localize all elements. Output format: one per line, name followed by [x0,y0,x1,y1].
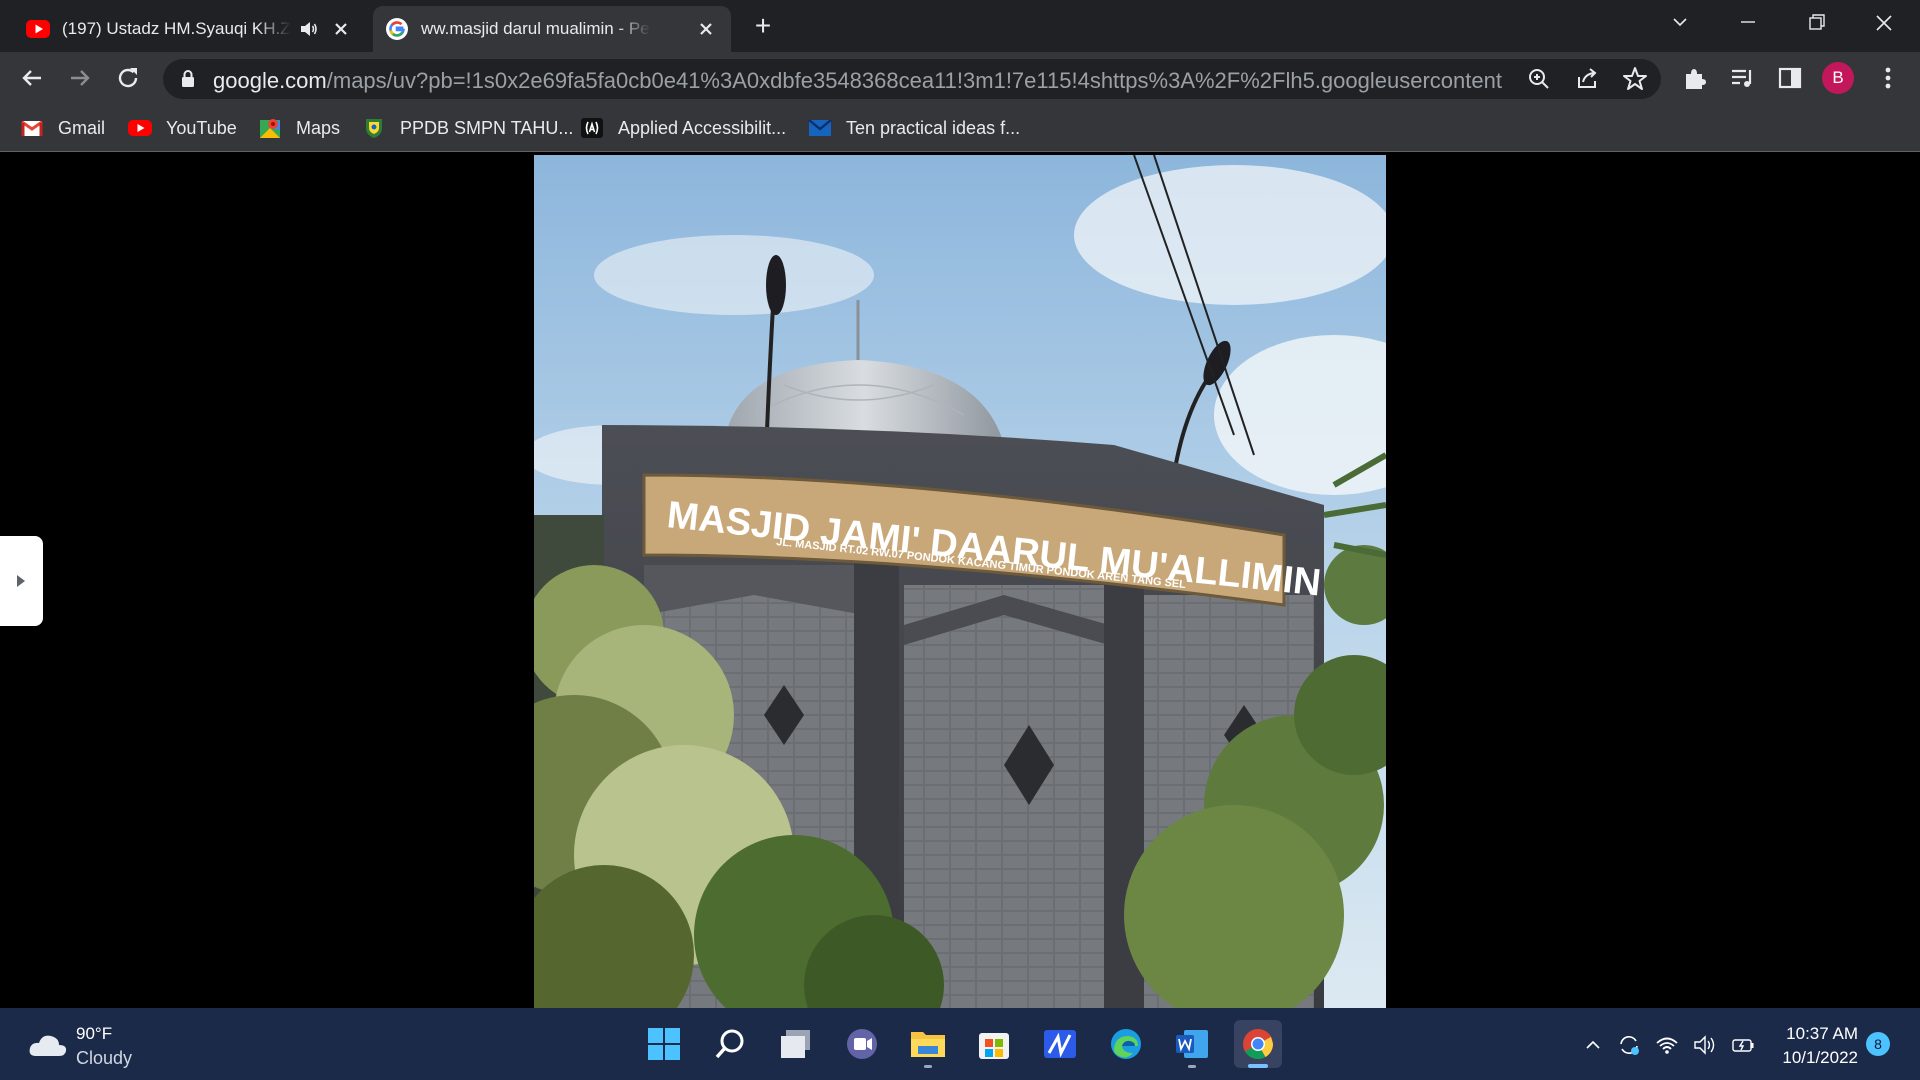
tab-search-icon[interactable] [1660,8,1700,38]
tab-title: (197) Ustadz HM.Syauqi KH.Z [62,19,291,38]
maps-photo-viewer: MASJID JAMI' DAARUL MU'ALLIMIN JL. MASJI… [0,153,1920,1008]
chevron-up-icon[interactable] [1580,1032,1606,1058]
mosque-photo[interactable]: MASJID JAMI' DAARUL MU'ALLIMIN JL. MASJI… [534,155,1386,1008]
youtube-icon [26,20,50,38]
tab-google-maps[interactable]: ww.masjid darul mualimin - Pene [373,6,731,52]
file-explorer-icon [911,1032,945,1057]
edge-button[interactable] [1102,1020,1150,1068]
file-explorer-button[interactable] [904,1020,952,1068]
zoom-icon[interactable] [1525,65,1553,93]
battery-icon[interactable] [1730,1032,1756,1058]
speaker-icon[interactable] [298,18,320,40]
store-button[interactable] [970,1020,1018,1068]
weather-condition: Cloudy [76,1048,133,1068]
chat-icon [847,1029,877,1059]
start-icon [648,1028,680,1060]
google-icon [386,18,408,40]
search-icon [715,1029,744,1059]
volume-icon[interactable] [1692,1032,1718,1058]
bookmark-label: Ten practical ideas f... [846,117,1021,138]
extensions-icon[interactable] [1678,62,1710,94]
bookmark-label: Gmail [58,117,106,138]
new-tab-button[interactable]: + [748,12,778,42]
bookmarks-bar: Gmail YouTube Maps PPDB SMPN TAHU... App… [0,104,1920,152]
menu-kebab-icon[interactable] [1872,62,1904,94]
chrome-button[interactable] [1234,1020,1282,1068]
wifi-icon[interactable] [1654,1032,1680,1058]
bookmark-label: PPDB SMPN TAHU... [400,117,574,138]
bookmark-gmail[interactable]: Gmail [20,114,105,142]
store-icon [979,1033,1009,1059]
bookmark-label: YouTube [166,117,237,138]
back-icon[interactable] [16,62,48,94]
tab-youtube[interactable]: (197) Ustadz HM.Syauqi KH.Z [14,6,366,52]
maps-icon [260,119,280,138]
chat-button[interactable] [838,1020,886,1068]
cloud-icon [29,1035,67,1056]
address-bar[interactable]: google.com/maps/uv?pb=!1s0x2e69fa5fa0cb0… [163,59,1661,99]
running-indicator [924,1065,932,1068]
chevron-right-icon [17,575,25,587]
weather-widget[interactable]: 90°F Cloudy [28,1020,188,1070]
stylus-app-icon [1044,1030,1076,1058]
restore-icon[interactable] [1796,8,1836,38]
search-button[interactable] [706,1020,754,1068]
accessibility-icon [581,118,603,138]
windows-taskbar: 90°F Cloudy 10:37 AM 10/1/2022 8 [0,1008,1920,1080]
url-path: /maps/uv?pb=!1s0x2e69fa5fa0cb0e41%3A0xdb… [326,68,1503,93]
forward-icon[interactable] [64,62,96,94]
tab-title: ww.masjid darul mualimin - Pene [421,19,651,38]
clock-time: 10:37 AM [1786,1024,1858,1043]
bookmark-youtube[interactable]: YouTube [128,114,237,142]
lock-icon[interactable] [179,69,197,89]
share-icon[interactable] [1573,65,1601,93]
url-host: google.com [213,68,327,93]
stylus-app-button[interactable] [1036,1020,1084,1068]
weather-temp: 90°F [76,1024,113,1043]
bookmark-label: Maps [296,117,341,138]
youtube-icon [128,120,152,136]
browser-toolbar: google.com/maps/uv?pb=!1s0x2e69fa5fa0cb0… [0,52,1920,104]
bookmark-ten-practical-ideas[interactable]: Ten practical ideas f... [808,114,1020,142]
start-button[interactable] [640,1020,688,1068]
school-shield-icon [366,119,382,138]
word-button[interactable] [1168,1020,1216,1068]
bookmark-ppdb[interactable]: PPDB SMPN TAHU... [362,114,573,142]
notification-badge[interactable]: 8 [1866,1032,1890,1056]
tab-strip: (197) Ustadz HM.Syauqi KH.Z ww.masjid da… [0,0,1920,52]
gmail-icon [21,120,43,136]
media-control-icon[interactable] [1726,62,1758,94]
running-indicator [1188,1065,1196,1068]
active-indicator [1248,1064,1268,1068]
close-tab-icon[interactable] [695,18,717,40]
task-view-button[interactable] [772,1020,820,1068]
side-panel-toggle[interactable] [0,536,43,626]
bookmark-star-icon[interactable] [1621,65,1649,93]
sync-icon[interactable] [1616,1032,1642,1058]
reload-icon[interactable] [112,62,144,94]
chrome-icon [1243,1029,1273,1060]
side-panel-icon[interactable] [1774,62,1806,94]
bookmark-label: Applied Accessibilit... [618,117,787,138]
profile-avatar[interactable]: B [1822,62,1854,94]
edge-icon [1111,1029,1141,1059]
mail-envelope-icon [808,119,832,136]
close-tab-icon[interactable] [330,18,352,40]
bookmark-applied-accessibility[interactable]: Applied Accessibilit... [580,114,786,142]
close-window-icon[interactable] [1864,8,1904,38]
system-clock[interactable]: 10:37 AM 10/1/2022 [1772,1022,1858,1070]
bookmark-maps[interactable]: Maps [258,114,340,142]
minimize-icon[interactable] [1728,8,1768,38]
task-view-icon [781,1030,810,1058]
url-text[interactable]: google.com/maps/uv?pb=!1s0x2e69fa5fa0cb0… [213,68,1503,94]
word-icon [1176,1030,1208,1058]
clock-date: 10/1/2022 [1782,1048,1858,1067]
